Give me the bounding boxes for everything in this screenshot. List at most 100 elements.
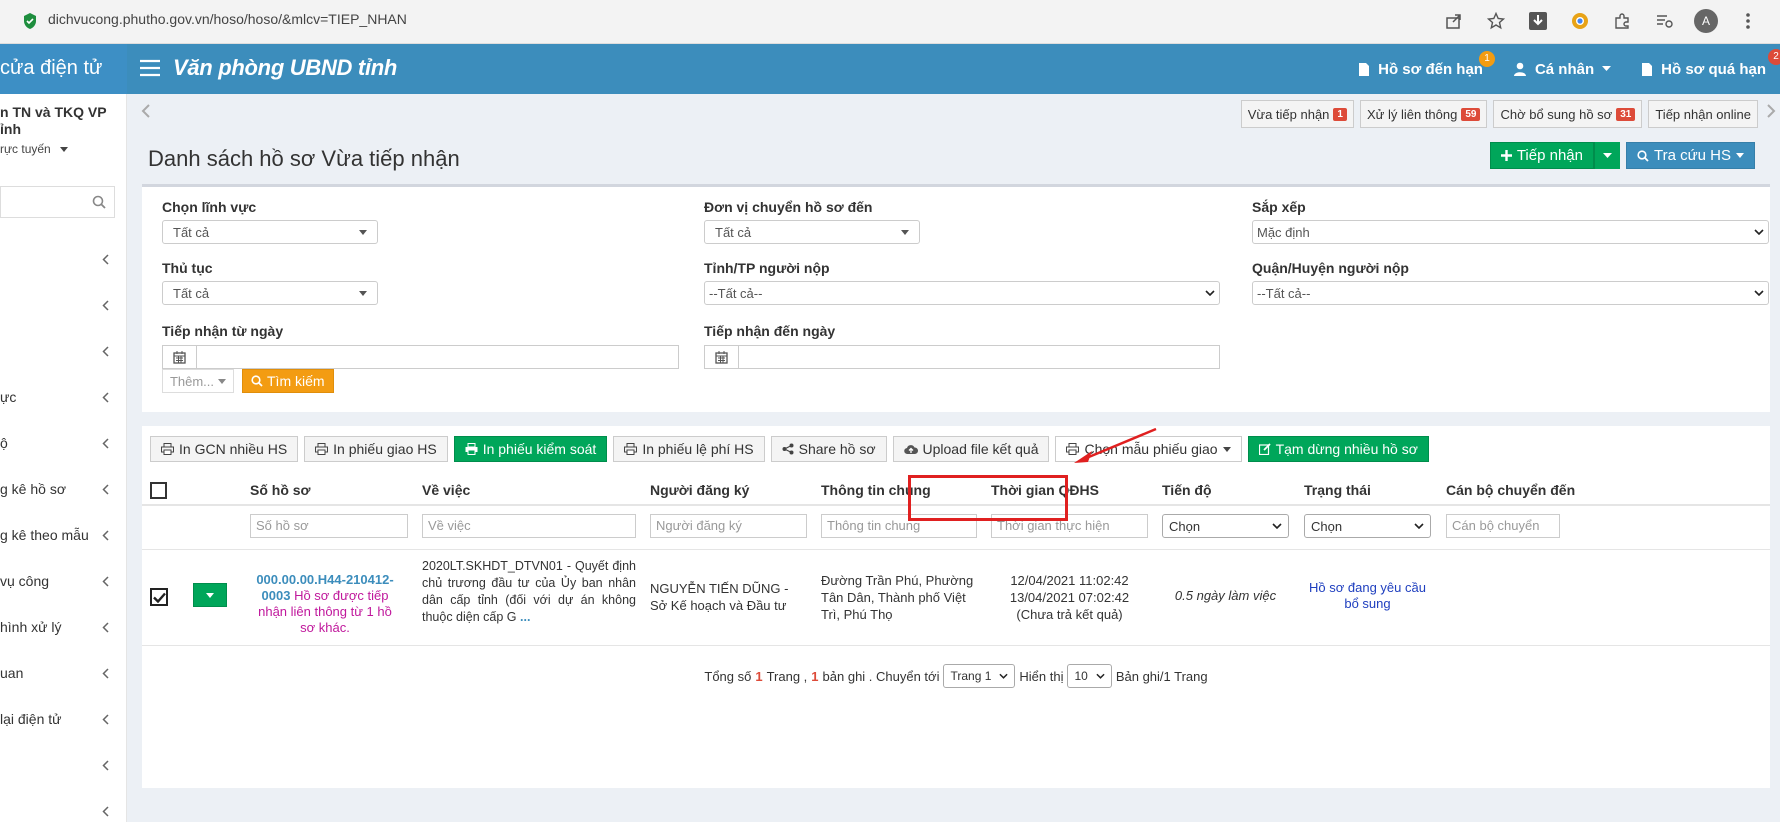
browser-toolbar: dichvucong.phutho.gov.vn/hoso/hoso/&mlcv… (0, 0, 1780, 44)
subject-more-link[interactable]: ... (520, 610, 530, 624)
upload-result-button[interactable]: Upload file kết quả (892, 436, 1050, 462)
sidebar-item[interactable] (0, 236, 126, 282)
calendar-icon[interactable] (705, 346, 739, 368)
procedure-select[interactable]: Tất cả (162, 281, 378, 305)
print-gcn-label: In GCN nhiều HS (179, 441, 288, 457)
col-header-officer: Cán bộ chuyển đến (1446, 482, 1576, 498)
upload-result-label: Upload file kết quả (922, 441, 1039, 457)
pager-show-label: Hiển thị (1019, 668, 1064, 684)
browser-menu-icon[interactable] (1736, 9, 1760, 33)
print-icon (465, 443, 478, 455)
sidebar-item[interactable] (0, 788, 126, 822)
quick-tab[interactable]: Tiếp nhận online (1648, 100, 1758, 128)
menu-toggle-icon[interactable] (139, 59, 161, 77)
col-header-subject: Về việc (422, 482, 471, 498)
suspend-files-button[interactable]: Tạm dừng nhiều hồ sơ (1247, 436, 1429, 462)
share-page-icon[interactable] (1442, 9, 1466, 33)
from-date-input[interactable] (162, 345, 679, 369)
field-label: Chọn lĩnh vực (162, 199, 257, 215)
print-control-button[interactable]: In phiếu kiểm soát (453, 436, 608, 462)
sidebar-search-input[interactable] (0, 186, 115, 218)
time-end: 13/04/2021 07:02:42 (1009, 590, 1130, 605)
quick-tab[interactable]: Xử lý liên thông 59 (1359, 100, 1488, 128)
chevron-right-icon[interactable] (1766, 104, 1776, 118)
filter-subject-input[interactable]: Về việc (422, 514, 636, 538)
to-date-input[interactable] (704, 345, 1220, 369)
online-status[interactable]: rực tuyến (0, 142, 69, 156)
calendar-icon[interactable] (163, 346, 197, 368)
chevron-left-icon (102, 299, 109, 311)
sidebar-item[interactable]: ực (0, 374, 126, 420)
overdue-files-link[interactable]: Hồ sơ quá hạn 2 (1641, 48, 1780, 78)
filter-applicant-input[interactable]: Người đăng ký (650, 514, 807, 538)
profile-avatar[interactable]: A (1694, 9, 1718, 33)
chevron-left-icon (102, 437, 109, 449)
page-select[interactable]: Trang 1 (943, 664, 1016, 688)
quick-tab[interactable]: Chờ bổ sung hồ sơ 31 (1493, 100, 1643, 128)
filter-officer-input[interactable]: Cán bộ chuyển (1446, 514, 1560, 538)
search-icon (251, 375, 263, 387)
field-select[interactable]: Tất cả (162, 220, 378, 244)
district-select[interactable]: --Tất cả-- (1252, 281, 1769, 305)
province-select[interactable]: --Tất cả-- (704, 281, 1220, 305)
row-time: 12/04/2021 11:02:42 13/04/2021 07:02:42 … (991, 572, 1148, 623)
sort-select[interactable]: Mặc định (1252, 220, 1769, 244)
page-size-select[interactable]: 10 (1067, 664, 1112, 688)
row-progress: 0.5 ngày làm việc (1174, 588, 1277, 603)
print-fee-button[interactable]: In phiếu lệ phí HS (613, 436, 765, 462)
filter-progress-select[interactable]: Chọn (1162, 514, 1289, 538)
to-date-label: Tiếp nhận đến ngày (704, 323, 836, 339)
chevron-left-icon (102, 529, 109, 541)
search-button[interactable]: Tìm kiếm (242, 369, 334, 393)
sidebar-item[interactable] (0, 282, 126, 328)
time-start: 12/04/2021 11:02:42 (1010, 573, 1129, 588)
quick-tab[interactable]: Vừa tiếp nhận 1 (1240, 100, 1354, 128)
chrome-extension-icon[interactable] (1568, 9, 1592, 33)
more-filters-button[interactable]: Thêm... (162, 369, 234, 393)
chevron-left-icon (102, 805, 109, 817)
search-icon (1637, 149, 1649, 162)
lookup-button[interactable]: Tra cứu HS (1626, 142, 1755, 169)
sidebar-item[interactable] (0, 328, 126, 374)
sidebar-menu: ực ộ g kê hồ sơ g kê theo mẫu vụ công hình xử… (0, 236, 126, 822)
reading-list-icon[interactable] (1652, 9, 1676, 33)
address-bar[interactable]: dichvucong.phutho.gov.vn/hoso/hoso/&mlcv… (48, 11, 407, 27)
receive-label: Tiếp nhận (1516, 147, 1583, 164)
table-row[interactable]: 000.00.00.H44-210412- 0003 Hồ sơ được ti… (142, 550, 1770, 646)
sidebar-item[interactable]: hình xử lý (0, 604, 126, 650)
search-icon[interactable] (92, 195, 106, 209)
print-gcn-button[interactable]: In GCN nhiều HS (150, 436, 299, 462)
personal-menu[interactable]: Cá nhân (1513, 61, 1612, 78)
app-header: Văn phòng UBND tỉnh Hồ sơ đến hạn 1 Cá n… (127, 44, 1780, 94)
share-button[interactable]: Share hồ sơ (770, 436, 887, 462)
province-select-value: --Tất cả-- (709, 285, 763, 301)
page-size-value: 10 (1074, 669, 1088, 683)
extensions-puzzle-icon[interactable] (1610, 9, 1634, 33)
sidebar-item[interactable]: ộ (0, 420, 126, 466)
receive-dropdown-toggle[interactable] (1594, 142, 1620, 169)
due-files-link[interactable]: Hồ sơ đến hạn 1 (1358, 50, 1495, 78)
site-info-icon[interactable] (22, 12, 38, 30)
unit-select[interactable]: Tất cả (704, 220, 920, 244)
filter-id-input[interactable]: Số hồ sơ (250, 514, 408, 538)
download-icon[interactable] (1526, 9, 1550, 33)
select-all-checkbox[interactable] (150, 482, 167, 499)
sidebar-item[interactable]: vụ công (0, 558, 126, 604)
row-checkbox[interactable] (150, 588, 168, 606)
print-delivery-button[interactable]: In phiếu giao HS (304, 436, 448, 462)
sidebar-item-label: lại điện tử (0, 711, 62, 727)
chevron-left-icon (102, 483, 109, 495)
sidebar-item-label: hình xử lý (0, 619, 62, 635)
user-org-line1: n TN và TKQ VP (0, 104, 107, 120)
sidebar-item[interactable]: lại điện tử (0, 696, 126, 742)
filter-status-select[interactable]: Chọn (1304, 514, 1431, 538)
bookmark-star-icon[interactable] (1484, 9, 1508, 33)
sidebar-item[interactable] (0, 742, 126, 788)
row-actions-dropdown[interactable] (193, 583, 227, 607)
chevron-left-icon[interactable] (141, 104, 151, 118)
sidebar-item[interactable]: g kê theo mẫu (0, 512, 126, 558)
sidebar-item[interactable]: g kê hồ sơ (0, 466, 126, 512)
filter-status-value: Chọn (1311, 518, 1343, 534)
receive-button[interactable]: Tiếp nhận (1489, 142, 1594, 169)
sidebar-item[interactable]: uan (0, 650, 126, 696)
